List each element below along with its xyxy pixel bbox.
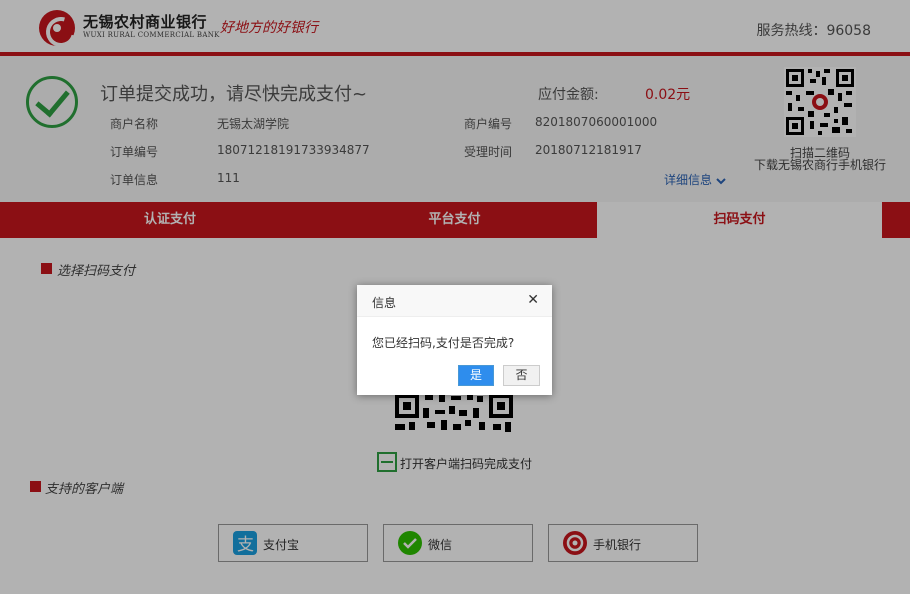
confirm-yes-button[interactable]: 是 bbox=[458, 365, 494, 386]
dialog-header: 信息 ✕ bbox=[357, 285, 552, 317]
confirm-no-button[interactable]: 否 bbox=[503, 365, 540, 386]
dialog-message: 您已经扫码,支付是否完成? bbox=[372, 336, 515, 350]
dialog-title: 信息 bbox=[372, 296, 397, 310]
close-icon[interactable]: ✕ bbox=[527, 292, 539, 308]
confirm-dialog: 信息 ✕ 您已经扫码,支付是否完成? 是 否 bbox=[357, 285, 552, 395]
